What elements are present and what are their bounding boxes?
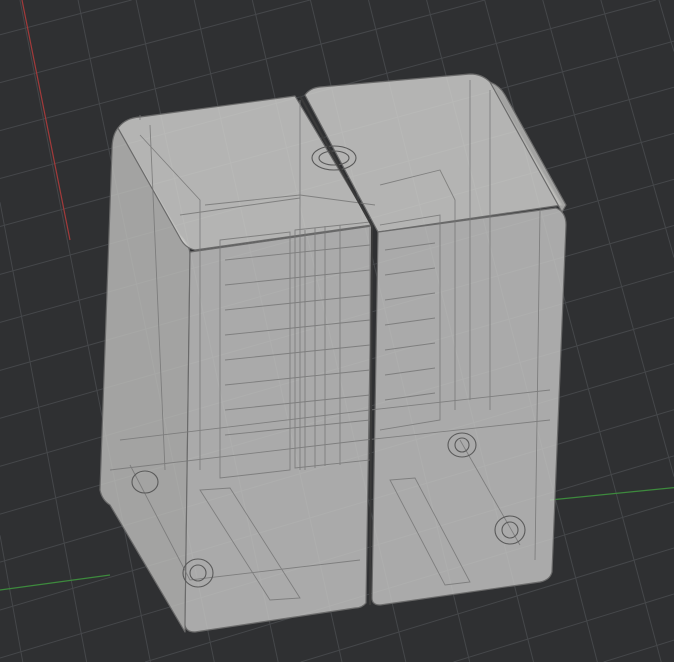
enclosure-model[interactable] (0, 0, 674, 662)
3d-viewport[interactable] (0, 0, 674, 662)
